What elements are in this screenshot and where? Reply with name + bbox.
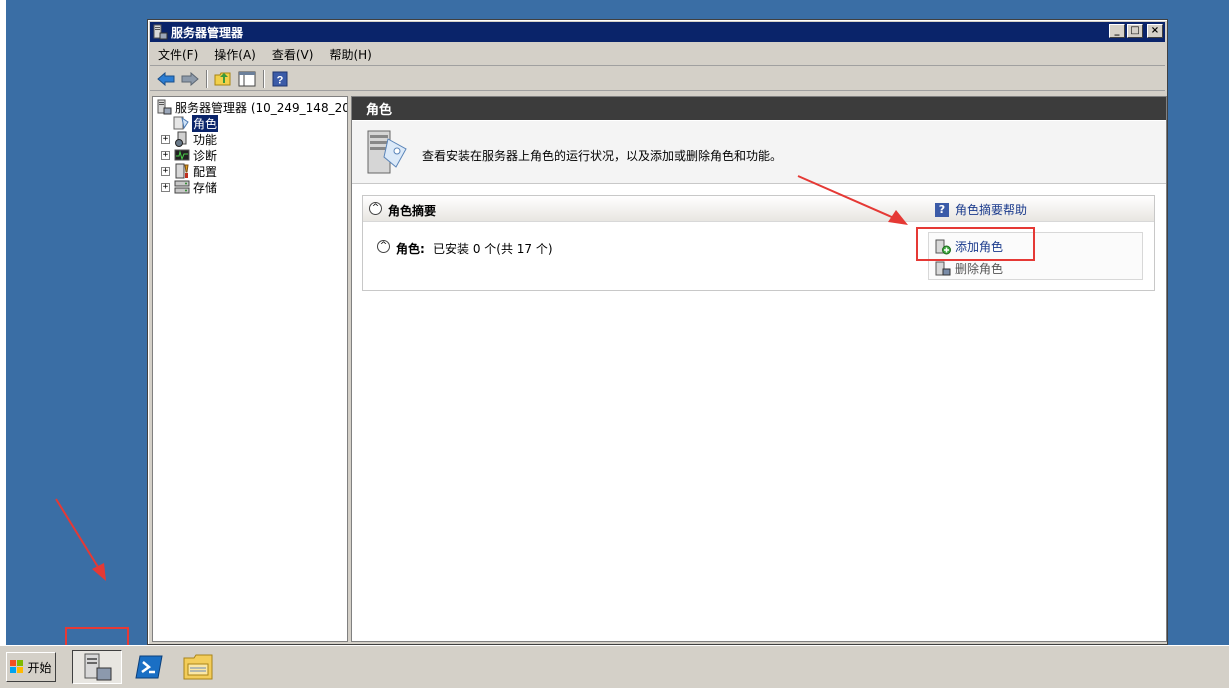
roles-installed-count: 已安装 0 个(共 17 个) — [433, 242, 553, 256]
menu-file[interactable]: 文件(F) — [158, 46, 198, 63]
roles-description: 查看安装在服务器上角色的运行状况，以及添加或删除角色和功能。 — [422, 149, 783, 163]
annotation-arrow-icon — [797, 175, 908, 225]
start-label: 开始 — [27, 660, 52, 675]
expand-icon[interactable]: + — [161, 166, 170, 176]
windows-flag-icon — [10, 660, 24, 674]
tree-item-storage[interactable]: + 存储 — [161, 179, 217, 195]
help-icon: ? — [272, 71, 288, 86]
features-icon — [174, 131, 190, 147]
expand-icon[interactable]: + — [161, 134, 170, 144]
roles-summary-header: ^ 角色摘要 ? 角色摘要帮助 — [363, 196, 1154, 222]
info-band: 查看安装在服务器上角色的运行状况，以及添加或删除角色和功能。 — [352, 121, 1166, 184]
roles-icon — [173, 115, 189, 131]
maximize-button[interactable]: □ — [1127, 24, 1143, 38]
content-header: 角色 — [352, 97, 1166, 120]
window-controls: _ □ × — [1109, 24, 1163, 38]
toolbar-separator — [206, 69, 207, 88]
expand-icon[interactable]: + — [161, 182, 170, 192]
desktop-edge — [0, 0, 6, 645]
tree-item-label: 存储 — [193, 180, 218, 195]
taskbar: 开始 — [0, 645, 1229, 688]
up-button[interactable] — [213, 69, 233, 89]
taskbar-powershell-button[interactable] — [124, 650, 174, 684]
content-pane: 角色 查看安装在服务器上角色的运行状况，以及添加或删除角色和功能。 ^ 角色摘要… — [351, 96, 1167, 642]
add-roles-highlight-box — [916, 227, 1035, 261]
tree-item-label: 角色 — [192, 114, 219, 132]
toolbar: ? — [150, 67, 1165, 91]
server-manager-icon — [156, 99, 172, 115]
tree-item-configuration[interactable]: + 配置 — [161, 163, 217, 179]
tree-item-roles[interactable]: 角色 — [173, 114, 219, 132]
navigation-tree: 服务器管理器 (10_249_148_206 角色 + 功能 + 诊断 + 配置… — [152, 96, 348, 642]
server-roles-icon — [367, 130, 407, 174]
help-link-label: 角色摘要帮助 — [955, 203, 1028, 217]
svg-text:?: ? — [277, 74, 284, 86]
toolbar-separator — [263, 69, 264, 88]
server-manager-icon — [84, 653, 112, 681]
chevron-up-icon: ^ — [371, 203, 380, 213]
roles-summary-help-link[interactable]: ? 角色摘要帮助 — [935, 201, 1027, 218]
help-button[interactable]: ? — [270, 69, 290, 89]
menu-bar: 文件(F) 操作(A) 查看(V) 帮助(H) — [150, 44, 1165, 66]
remove-roles-link[interactable]: 删除角色 — [935, 260, 1003, 277]
expand-icon[interactable]: + — [161, 150, 170, 160]
window-title: 服务器管理器 — [171, 25, 244, 40]
close-button[interactable]: × — [1147, 24, 1163, 38]
file-explorer-icon — [183, 654, 213, 680]
start-button[interactable]: 开始 — [6, 652, 56, 682]
forward-arrow-icon — [181, 71, 199, 86]
configuration-icon — [174, 163, 190, 179]
storage-icon — [174, 179, 190, 195]
collapse-summary-button[interactable]: ^ — [369, 202, 382, 215]
tree-item-label: 配置 — [193, 164, 218, 179]
up-folder-icon — [214, 72, 231, 85]
back-button[interactable] — [156, 69, 176, 89]
remove-role-icon — [935, 261, 951, 277]
help-icon: ? — [935, 202, 949, 217]
taskbar-server-manager-button[interactable] — [72, 650, 122, 684]
menu-help[interactable]: 帮助(H) — [329, 46, 371, 63]
tree-item-diagnostics[interactable]: + 诊断 — [161, 147, 217, 163]
forward-button[interactable] — [180, 69, 200, 89]
show-hide-pane-icon — [238, 71, 256, 86]
roles-label: 角色: — [396, 242, 425, 256]
title-bar[interactable]: 服务器管理器 _ □ × — [150, 22, 1165, 42]
tree-root[interactable]: 服务器管理器 (10_249_148_206 — [156, 99, 348, 115]
collapse-roles-button[interactable]: ^ — [377, 240, 390, 253]
annotation-arrow-icon — [55, 498, 106, 581]
menu-action[interactable]: 操作(A) — [214, 46, 256, 63]
taskbar-file-explorer-button[interactable] — [174, 650, 224, 684]
roles-summary-section: ^ 角色摘要 ? 角色摘要帮助 ^ 角色: 已安装 0 个(共 17 个) 添加… — [362, 195, 1155, 291]
server-manager-window: 服务器管理器 _ □ × 文件(F) 操作(A) 查看(V) 帮助(H) ? 服… — [147, 19, 1168, 645]
tree-item-label: 诊断 — [193, 148, 218, 163]
roles-summary-title: 角色摘要 — [388, 204, 437, 218]
menu-view[interactable]: 查看(V) — [272, 46, 314, 63]
powershell-icon — [135, 655, 163, 679]
tree-item-label: 功能 — [193, 132, 218, 147]
remove-roles-label: 删除角色 — [955, 262, 1004, 276]
chevron-up-icon: ^ — [379, 241, 388, 251]
tree-item-features[interactable]: + 功能 — [161, 131, 217, 147]
show-hide-pane-button[interactable] — [237, 69, 257, 89]
minimize-button[interactable]: _ — [1109, 24, 1125, 38]
back-arrow-icon — [157, 71, 175, 86]
diagnostics-icon — [174, 147, 190, 163]
server-manager-icon — [152, 24, 168, 40]
tree-root-label: 服务器管理器 (10_249_148_206 — [175, 100, 348, 115]
